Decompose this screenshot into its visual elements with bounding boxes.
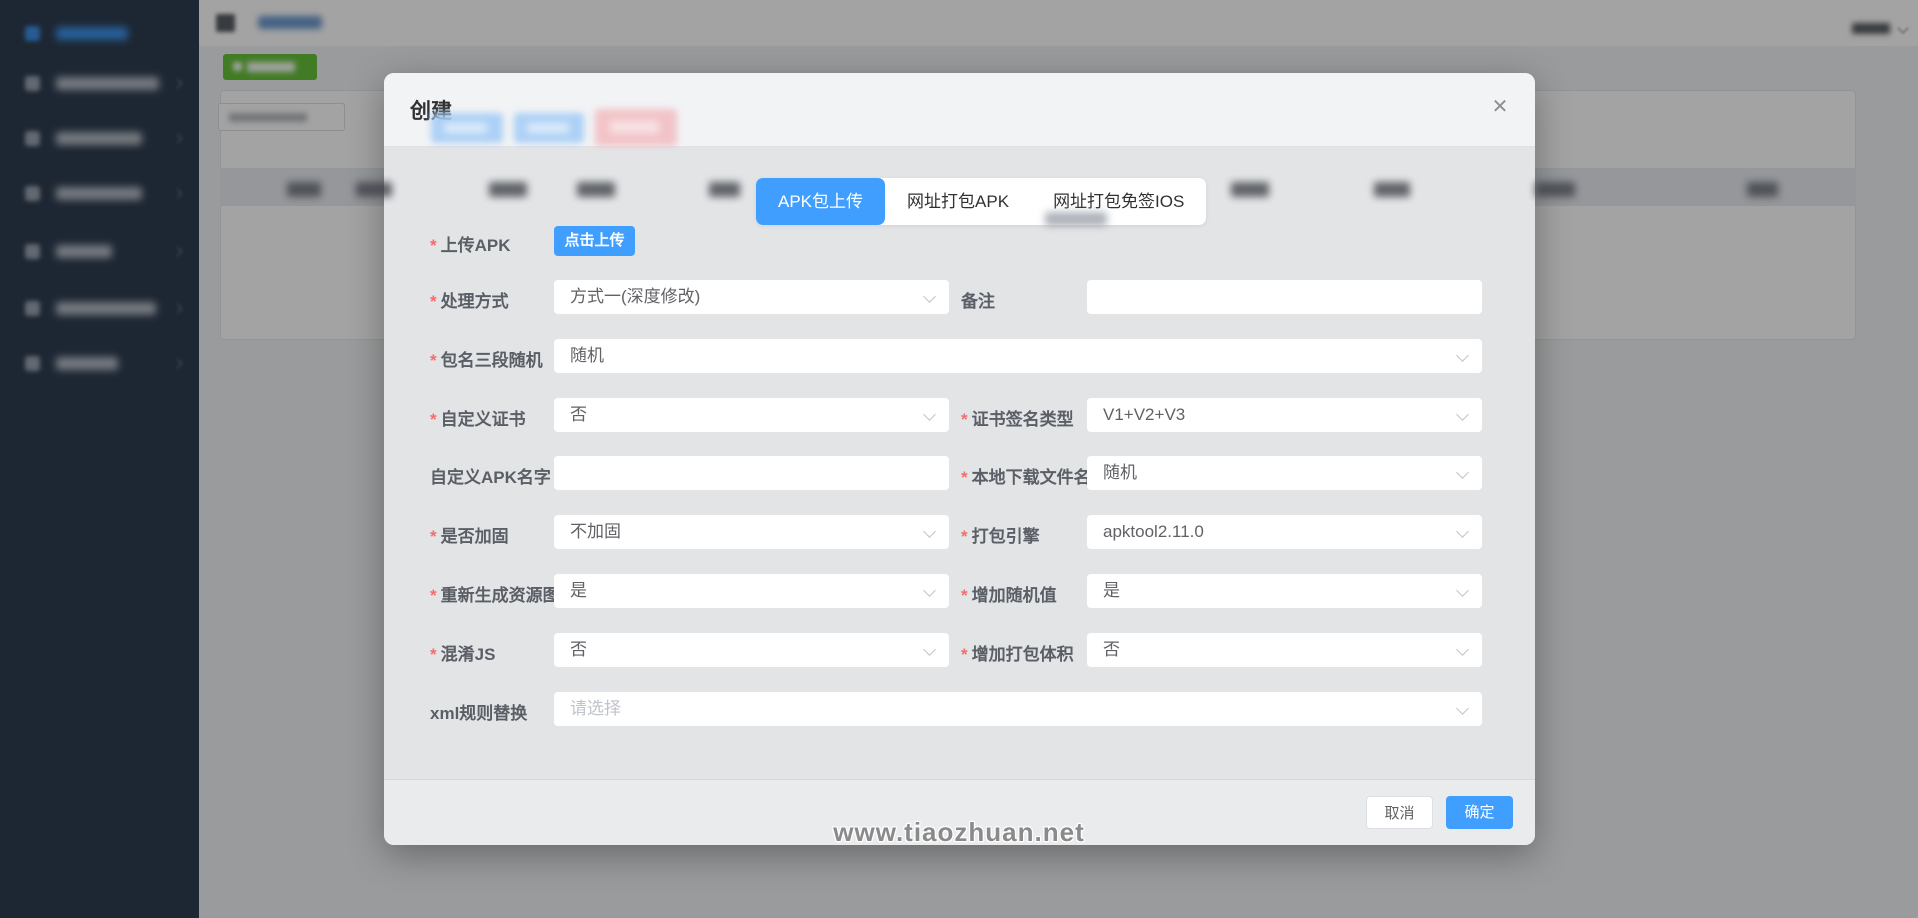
select-field[interactable]: 随机 [554, 339, 1482, 373]
field-value: 否 [1103, 633, 1120, 667]
field-value: 随机 [1103, 456, 1137, 490]
form-row: *混淆JS 否 *增加打包体积 否 [384, 633, 1535, 667]
required-mark: * [430, 351, 437, 370]
field-label: *增加打包体积 [961, 640, 1074, 665]
required-mark: * [961, 410, 968, 429]
chevron-down-icon [1456, 466, 1469, 479]
modal-tab[interactable]: APK包上传 [756, 178, 885, 225]
required-mark: * [430, 410, 437, 429]
create-dialog: 创建 ✕ APK包上传网址打包APK网址打包免签IOS *上传APK 点击上传 *处… [384, 73, 1535, 845]
required-mark: * [430, 645, 437, 664]
dialog-header: 创建 ✕ [384, 73, 1535, 147]
text-input[interactable] [1087, 280, 1482, 314]
field-label: *是否加固 [430, 522, 509, 547]
select-field[interactable]: 否 [554, 398, 949, 432]
required-mark: * [961, 645, 968, 664]
field-value: 是 [570, 574, 587, 608]
field-label: *增加随机值 [961, 581, 1057, 606]
form-row: *自定义证书 否 *证书签名类型 V1+V2+V3 [384, 398, 1535, 432]
cancel-button[interactable]: 取消 [1366, 796, 1433, 829]
select-field[interactable]: V1+V2+V3 [1087, 398, 1482, 432]
select-field[interactable]: 随机 [1087, 456, 1482, 490]
form-row: *上传APK 点击上传 [384, 224, 1535, 258]
chevron-down-icon [923, 643, 936, 656]
chevron-down-icon [923, 408, 936, 421]
text-input[interactable] [554, 456, 949, 490]
field-label: *自定义证书 [430, 405, 526, 430]
field-label: *证书签名类型 [961, 405, 1074, 430]
select-field[interactable]: 是 [554, 574, 949, 608]
select-field[interactable]: 是 [1087, 574, 1482, 608]
field-label: 自定义APK名字 [430, 463, 551, 488]
upload-button[interactable]: 点击上传 [554, 226, 635, 256]
form-row: 自定义APK名字 *本地下载文件名随机 [384, 456, 1535, 490]
chevron-down-icon [1456, 702, 1469, 715]
field-value: 否 [570, 398, 587, 432]
form-row: *是否加固 不加固 *打包引擎 apktool2.11.0 [384, 515, 1535, 549]
form-row: *重新生成资源图是*增加随机值是 [384, 574, 1535, 608]
select-field[interactable]: apktool2.11.0 [1087, 515, 1482, 549]
form-row: xml规则替换 请选择 [384, 692, 1535, 726]
dialog-title: 创建 [410, 95, 452, 125]
form-row: *包名三段随机 随机 [384, 339, 1535, 373]
field-value: 不加固 [570, 515, 621, 549]
chevron-down-icon [1456, 584, 1469, 597]
confirm-button[interactable]: 确定 [1446, 796, 1513, 829]
select-field[interactable]: 否 [554, 633, 949, 667]
chevron-down-icon [1456, 349, 1469, 362]
chevron-down-icon [1456, 408, 1469, 421]
required-mark: * [430, 292, 437, 311]
chevron-down-icon [923, 525, 936, 538]
field-value: 随机 [570, 339, 604, 373]
chevron-down-icon [1456, 525, 1469, 538]
select-field[interactable]: 方式一(深度修改) [554, 280, 949, 314]
field-value: 方式一(深度修改) [570, 280, 700, 314]
select-field[interactable]: 否 [1087, 633, 1482, 667]
required-mark: * [430, 527, 437, 546]
select-field[interactable]: 请选择 [554, 692, 1482, 726]
field-placeholder: 请选择 [570, 692, 621, 726]
field-label: *混淆JS [430, 640, 495, 665]
field-label: *打包引擎 [961, 522, 1040, 547]
required-mark: * [430, 586, 437, 605]
required-mark: * [961, 527, 968, 546]
dialog-footer: 取消 确定 [384, 779, 1535, 845]
chevron-down-icon [923, 584, 936, 597]
field-label: *本地下载文件名 [961, 463, 1091, 488]
field-label: 备注 [961, 287, 995, 312]
required-mark: * [961, 586, 968, 605]
chevron-down-icon [1456, 643, 1469, 656]
close-icon[interactable]: ✕ [1487, 94, 1513, 120]
chevron-down-icon [923, 290, 936, 303]
field-value: V1+V2+V3 [1103, 398, 1185, 432]
tab-bar: APK包上传网址打包APK网址打包免签IOS [756, 178, 1206, 225]
field-label: xml规则替换 [430, 699, 527, 724]
form-row: *处理方式 方式一(深度修改) 备注 [384, 280, 1535, 314]
required-mark: * [430, 236, 437, 255]
select-field[interactable]: 不加固 [554, 515, 949, 549]
app-root: 创建 ✕ APK包上传网址打包APK网址打包免签IOS *上传APK 点击上传 *处… [0, 0, 1918, 918]
field-label: *包名三段随机 [430, 346, 543, 371]
field-label: *重新生成资源图 [430, 581, 560, 606]
field-label: *上传APK [430, 231, 511, 256]
required-mark: * [961, 468, 968, 487]
modal-tab[interactable]: 网址打包APK [885, 178, 1031, 225]
field-value: 是 [1103, 574, 1120, 608]
field-value: 否 [570, 633, 587, 667]
field-value: apktool2.11.0 [1103, 515, 1204, 549]
modal-tab[interactable]: 网址打包免签IOS [1031, 178, 1206, 225]
field-label: *处理方式 [430, 287, 509, 312]
